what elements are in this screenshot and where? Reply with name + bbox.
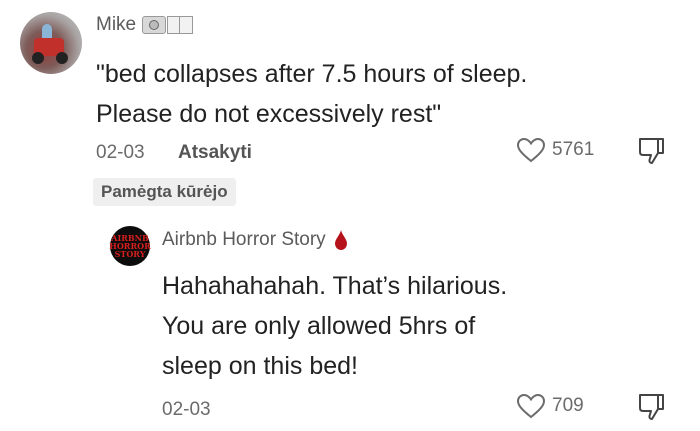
comment-text: "bed collapses after 7.5 hours of sleep.… [96, 54, 656, 134]
reply-dislike-button[interactable] [636, 392, 666, 422]
thumbs-down-icon [639, 138, 664, 164]
reply-username-row: Airbnb Horror Story [162, 229, 348, 251]
comment-text-line: Please do not excessively rest" [96, 100, 442, 128]
liked-by-creator-badge: Pamėgta kūrėjo [93, 178, 236, 206]
commenter-avatar[interactable] [20, 12, 82, 74]
comment-date: 02-03 [96, 142, 145, 163]
reply-text-line: Hahahahahah. That’s hilarious. [162, 272, 508, 300]
camera-icon [142, 16, 167, 34]
reply-text-line: You are only allowed 5hrs of [162, 312, 476, 340]
reply-text: Hahahahahah. That’s hilarious. You are o… [162, 266, 622, 386]
reply-date: 02-03 [162, 399, 211, 420]
reply-like-button[interactable]: 709 [516, 393, 584, 419]
heart-icon [516, 137, 546, 163]
comment-like-button[interactable]: 5761 [516, 137, 594, 163]
thumbs-down-icon [639, 394, 664, 420]
avatar-wheel [32, 52, 44, 64]
avatar-logo-text: STORY [114, 249, 146, 259]
commenter-username-row: Mike [96, 14, 194, 36]
heart-icon [516, 393, 546, 419]
commenter-username[interactable]: Mike [96, 14, 136, 36]
book-icon [167, 16, 194, 34]
reply-username[interactable]: Airbnb Horror Story [162, 229, 326, 251]
blood-drop-icon [334, 230, 347, 250]
avatar-wheel [56, 52, 68, 64]
like-count: 5761 [552, 139, 595, 160]
reply-text-line: sleep on this bed! [162, 352, 358, 380]
reply-button[interactable]: Atsakyti [178, 142, 252, 164]
username-emoji [142, 16, 194, 34]
comment-dislike-button[interactable] [636, 136, 666, 166]
comment-text-line: "bed collapses after 7.5 hours of sleep. [96, 60, 528, 88]
like-count: 709 [552, 395, 584, 416]
reply-avatar[interactable]: AIRBNB HORROR STORY [109, 226, 151, 266]
